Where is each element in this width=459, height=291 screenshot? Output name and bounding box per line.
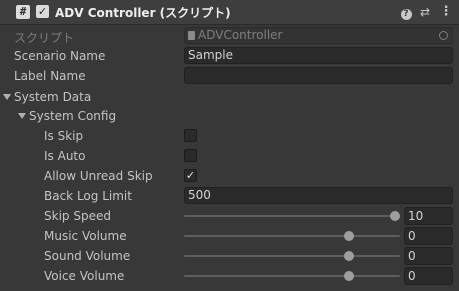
object-picker-icon[interactable] <box>439 31 448 40</box>
script-file-icon <box>188 31 195 40</box>
is-skip-row: Is Skip <box>0 126 459 146</box>
script-component-icon: # <box>16 5 30 19</box>
label-name-row: Label Name <box>0 66 459 86</box>
is-auto-checkbox[interactable] <box>184 149 197 162</box>
voice-volume-label: Voice Volume <box>44 269 125 283</box>
back-log-limit-field[interactable]: 500 <box>184 187 453 204</box>
sound-volume-row: Sound Volume 0 <box>0 246 459 266</box>
sound-volume-slider-thumb[interactable] <box>343 251 354 261</box>
music-volume-slider[interactable] <box>184 235 400 237</box>
component-enabled-checkbox[interactable]: ✓ <box>36 5 49 18</box>
label-name-field[interactable] <box>184 67 453 84</box>
script-label: スクリプト <box>14 31 75 45</box>
allow-unread-skip-row: Allow Unread Skip ✓ <box>0 166 459 186</box>
voice-volume-field[interactable]: 0 <box>404 267 453 285</box>
system-config-foldout[interactable]: System Config <box>0 106 459 126</box>
script-value: ADVController <box>198 28 283 42</box>
chevron-down-icon[interactable] <box>18 113 26 119</box>
is-auto-label: Is Auto <box>44 149 86 163</box>
system-data-foldout[interactable]: System Data <box>0 87 459 107</box>
component-header[interactable]: # ✓ ADV Controller (スクリプト) ? ⇄ ⋮ <box>0 0 459 25</box>
music-volume-slider-thumb[interactable] <box>343 231 354 241</box>
scenario-name-label: Scenario Name <box>14 49 106 63</box>
voice-volume-slider-thumb[interactable] <box>343 271 354 281</box>
allow-unread-skip-checkbox[interactable]: ✓ <box>184 169 197 182</box>
skip-speed-row: Skip Speed 10 <box>0 206 459 226</box>
music-volume-label: Music Volume <box>44 229 127 243</box>
sound-volume-field[interactable]: 0 <box>404 247 453 265</box>
label-name-label: Label Name <box>14 69 86 83</box>
sound-volume-label: Sound Volume <box>44 249 131 263</box>
scenario-name-field[interactable]: Sample <box>184 47 453 64</box>
is-auto-row: Is Auto <box>0 146 459 166</box>
skip-speed-slider-thumb[interactable] <box>390 211 400 221</box>
script-row: スクリプト ADVController <box>0 26 459 46</box>
sound-volume-slider[interactable] <box>184 255 400 257</box>
skip-speed-label: Skip Speed <box>44 209 111 223</box>
chevron-down-icon[interactable] <box>3 94 11 100</box>
music-volume-row: Music Volume 0 <box>0 226 459 246</box>
component-title: ADV Controller (スクリプト) <box>55 6 231 20</box>
menu-icon[interactable]: ⋮ <box>438 4 454 20</box>
voice-volume-slider[interactable] <box>184 275 400 277</box>
is-skip-checkbox[interactable] <box>184 129 197 142</box>
script-field[interactable]: ADVController <box>184 27 453 44</box>
scenario-name-row: Scenario Name Sample <box>0 46 459 66</box>
skip-speed-slider[interactable] <box>184 215 400 217</box>
preset-icon[interactable]: ⇄ <box>417 4 433 20</box>
system-data-label: System Data <box>14 90 92 104</box>
skip-speed-field[interactable]: 10 <box>404 207 453 225</box>
allow-unread-skip-label: Allow Unread Skip <box>44 169 153 183</box>
is-skip-label: Is Skip <box>44 129 84 143</box>
back-log-limit-row: Back Log Limit 500 <box>0 186 459 206</box>
help-icon[interactable]: ? <box>398 4 414 20</box>
system-config-label: System Config <box>29 109 117 123</box>
music-volume-field[interactable]: 0 <box>404 227 453 245</box>
voice-volume-row: Voice Volume 0 <box>0 266 459 286</box>
back-log-limit-label: Back Log Limit <box>44 189 132 203</box>
